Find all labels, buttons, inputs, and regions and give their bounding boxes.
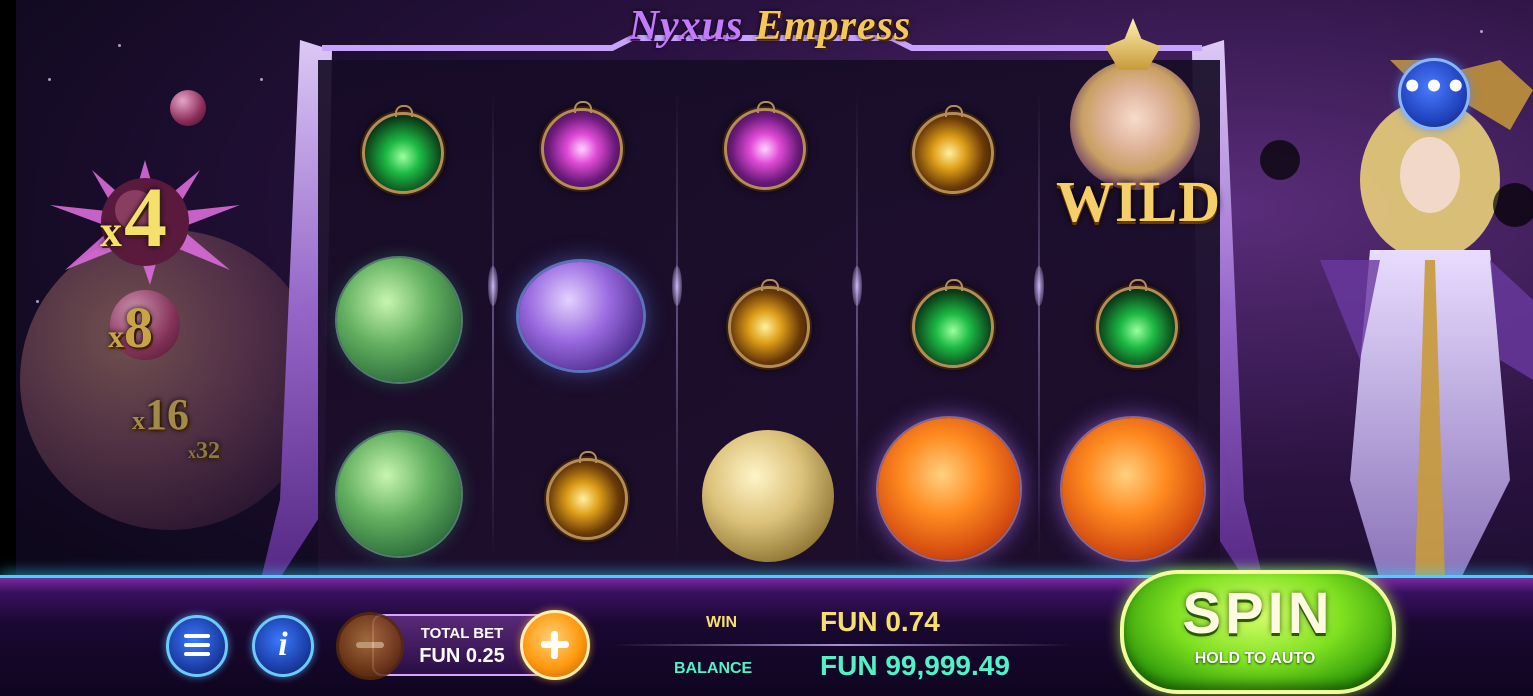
reel-separator-glow <box>672 266 682 306</box>
background-star <box>36 300 39 303</box>
info-button[interactable]: i <box>252 615 314 677</box>
hamburger-icon <box>184 652 210 656</box>
hamburger-icon <box>184 643 210 647</box>
next-multiplier-x32: x32 <box>188 438 220 464</box>
reel-separator-glow <box>852 266 862 306</box>
symbol-green-orb <box>912 279 994 368</box>
menu-button[interactable] <box>166 615 228 677</box>
symbol-green-orb <box>1096 279 1178 368</box>
hold-to-auto-label: HOLD TO AUTO <box>1194 650 1316 667</box>
reel-separator <box>856 90 858 560</box>
game-title-logo: Nyxus Empress <box>628 3 912 49</box>
symbol-green-orb <box>362 105 444 194</box>
symbol-gold-planet <box>702 430 834 562</box>
next-multiplier-x8: x8 <box>108 295 153 360</box>
active-multiplier: x4 <box>100 169 169 265</box>
hamburger-icon <box>184 634 210 638</box>
symbol-purple-planet <box>519 262 643 370</box>
symbol-green-planet <box>337 432 461 556</box>
background-star <box>1480 30 1483 33</box>
win-balance-divider <box>612 644 1072 646</box>
next-multiplier-x16: x16 <box>132 390 189 439</box>
symbol-gold-orb <box>546 451 628 540</box>
background-star <box>48 78 51 81</box>
reel-separator-glow <box>488 266 498 306</box>
reel-separator-glow <box>1034 266 1044 306</box>
symbol-gold-orb <box>912 105 994 194</box>
multiplier-orb-decor <box>170 90 206 126</box>
minus-icon <box>356 642 384 648</box>
symbol-gold-orb <box>728 279 810 368</box>
reel-separator <box>492 90 494 560</box>
reel-separator <box>676 90 678 560</box>
reel-separator <box>1038 90 1040 560</box>
increase-bet-button[interactable] <box>520 610 590 680</box>
wild-label: WILD <box>1056 169 1222 234</box>
symbol-orange-planet <box>878 418 1020 560</box>
plus-icon <box>551 631 558 659</box>
more-options-button[interactable]: ••• <box>1398 58 1470 130</box>
win-value: FUN 0.74 <box>820 606 940 637</box>
symbol-purple-orb <box>724 101 806 190</box>
win-label: WIN <box>706 614 738 631</box>
symbol-orange-planet <box>1062 418 1204 560</box>
spin-label: SPIN <box>1182 581 1334 646</box>
balance-value: FUN 99,999.49 <box>820 650 1010 681</box>
info-icon: i <box>278 626 288 663</box>
background-star <box>118 44 121 47</box>
empress-character-art <box>1260 60 1533 580</box>
more-dots-icon: ••• <box>1401 67 1467 107</box>
symbol-purple-orb <box>541 101 623 190</box>
balance-label: BALANCE <box>674 660 753 677</box>
symbol-green-planet <box>337 258 461 382</box>
decrease-bet-button[interactable] <box>336 612 404 680</box>
